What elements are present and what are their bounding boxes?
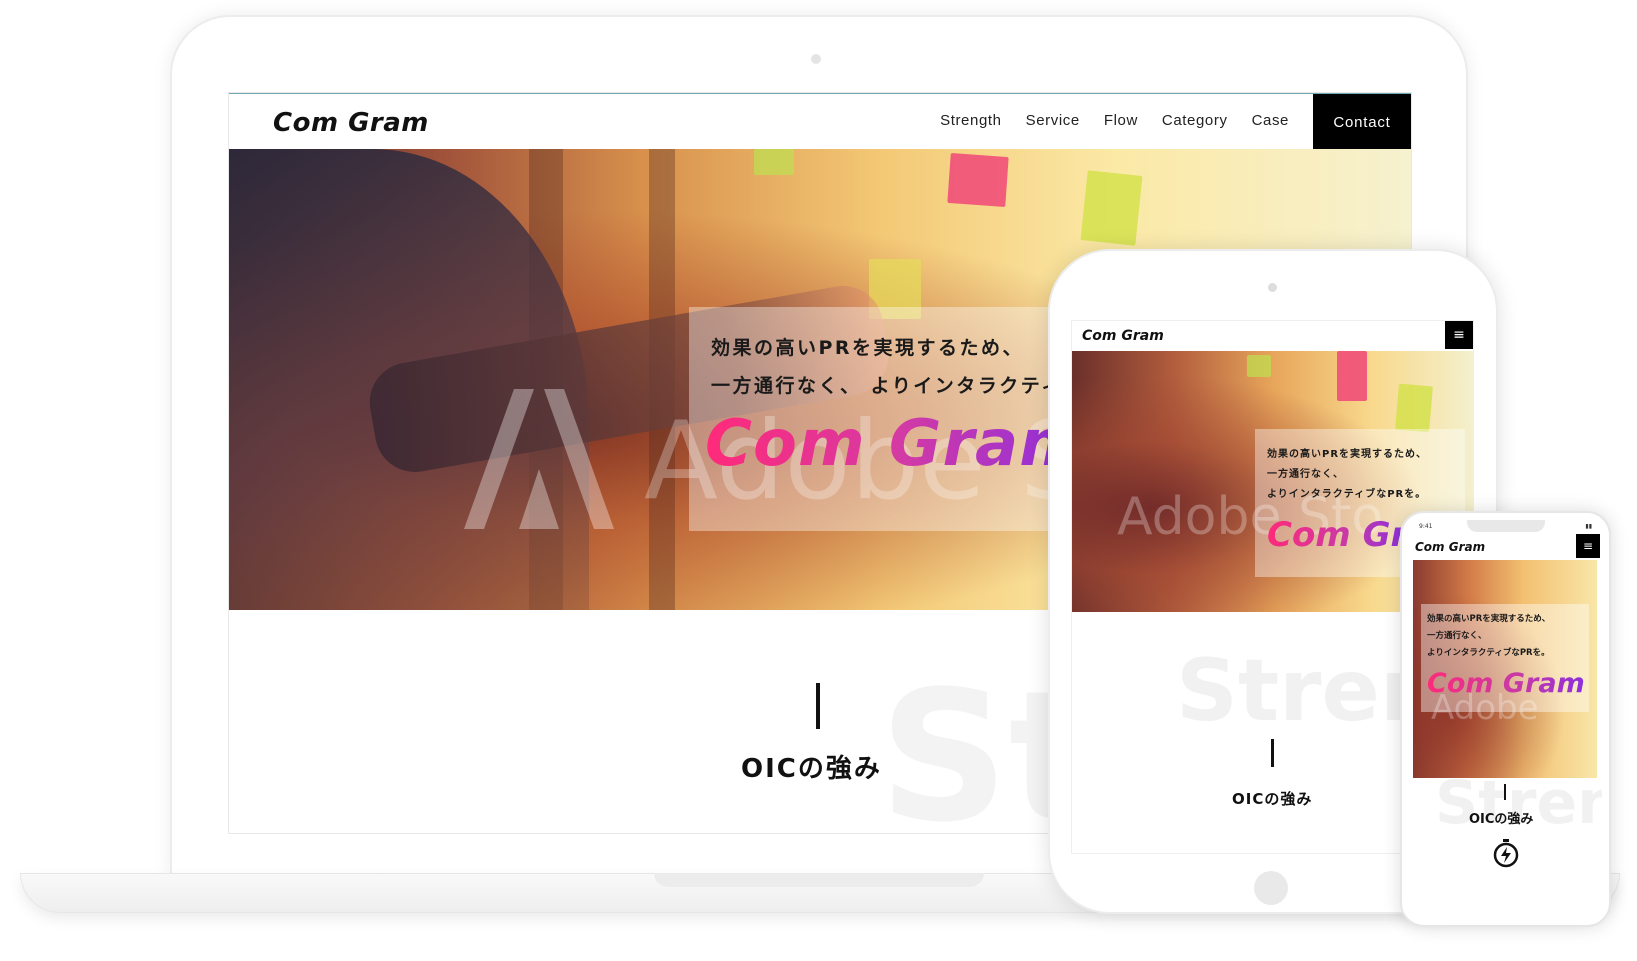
hero-tagline-1: 効果の高いPRを実現するため、 [711, 337, 1025, 359]
sticky-note [1080, 170, 1143, 246]
phone-tagline-2: 一方通行なく、 [1427, 631, 1487, 641]
hero-brand-title: Com Gram [705, 407, 1087, 481]
section-title: OICの強み [741, 754, 882, 784]
phone-tagline-1: 効果の高いPRを実現するため、 [1427, 614, 1551, 624]
phone-status-time: 9:41 [1419, 523, 1433, 530]
nav-item-case[interactable]: Case [1252, 112, 1289, 129]
tablet-tagline-3: よりインタラクティブなPRを。 [1267, 489, 1427, 500]
phone-section-divider [1504, 784, 1506, 800]
phone-tagline-3: よりインタラクティブなPRを。 [1427, 648, 1550, 658]
tablet-camera [1268, 283, 1277, 292]
tablet-section-divider [1271, 739, 1274, 767]
phone-section-title: OICの強み [1469, 812, 1534, 827]
tablet-logo[interactable]: Com Gram [1082, 328, 1164, 344]
phone-copy-panel: 効果の高いPRを実現するため、 一方通行なく、 よりインタラクティブなPRを。 … [1421, 604, 1589, 712]
adobe-stock-logo-icon [464, 389, 614, 529]
hero-tagline-2: 一方通行なく、 よりインタラクティ [711, 375, 1063, 397]
sticky-note [754, 149, 794, 175]
phone-hero-image: Adobe 効果の高いPRを実現するため、 一方通行なく、 よりインタラクティブ… [1413, 560, 1597, 778]
main-nav: Strength Service Flow Category Case [940, 112, 1289, 129]
phone-notch [1467, 520, 1545, 532]
phone-header: Com Gram ≡ [1409, 534, 1602, 560]
hamburger-menu-icon[interactable]: ≡ [1576, 534, 1600, 558]
phone-brand-title: Com Gram [1427, 668, 1585, 699]
watermark-logo [464, 389, 614, 529]
sticky-note [1337, 351, 1367, 401]
hamburger-menu-icon[interactable]: ≡ [1445, 321, 1473, 349]
tablet-tagline-2: 一方通行なく、 [1267, 469, 1344, 480]
phone-screen: 9:41 ▮▮ Com Gram ≡ Adobe 効果の高いPRを実現するため、… [1409, 520, 1602, 918]
site-header: Com Gram Strength Service Flow Category … [229, 93, 1411, 150]
laptop-camera [811, 54, 821, 64]
tablet-section-title: OICの強み [1232, 790, 1313, 808]
tablet-home-button [1254, 871, 1288, 905]
stopwatch-icon [1493, 839, 1519, 868]
tablet-tagline-1: 効果の高いPRを実現するため、 [1267, 449, 1428, 460]
battery-icon: ▮▮ [1585, 523, 1592, 530]
section-divider [816, 683, 820, 729]
nav-item-flow[interactable]: Flow [1104, 112, 1138, 129]
phone-logo[interactable]: Com Gram [1415, 540, 1485, 554]
nav-item-service[interactable]: Service [1026, 112, 1080, 129]
contact-button[interactable]: Contact [1313, 94, 1411, 150]
laptop-notch [654, 873, 984, 887]
tablet-header: Com Gram ≡ [1072, 321, 1473, 351]
sticky-note [947, 153, 1009, 207]
site-logo[interactable]: Com Gram [273, 108, 429, 138]
nav-item-strength[interactable]: Strength [940, 112, 1002, 129]
sticky-note [1247, 355, 1271, 377]
phone-section-bg-text: Stren [1435, 768, 1602, 838]
nav-item-category[interactable]: Category [1162, 112, 1228, 129]
tablet-brand-title: Com Gr [1267, 515, 1408, 555]
sticky-note [1395, 383, 1433, 433]
